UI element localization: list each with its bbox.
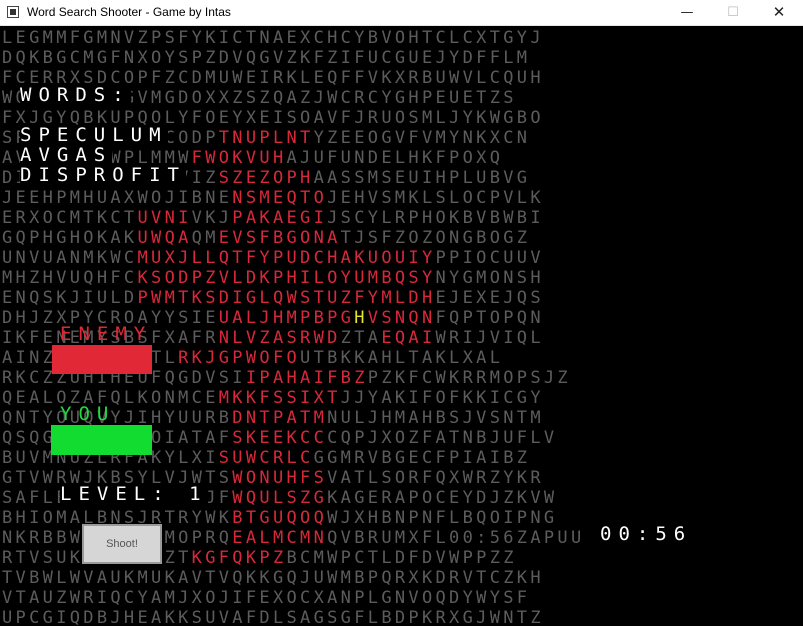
- target-word: DISPROFIT: [20, 164, 186, 186]
- maximize-button[interactable]: ☐: [710, 0, 756, 25]
- minimize-button[interactable]: —: [664, 0, 710, 25]
- grid-row[interactable]: JEEHPMHUAXWOJIBNENSMEQTOJEHVSMKLSLOCPVLK: [2, 188, 544, 208]
- words-heading: WORDS:: [20, 84, 131, 106]
- target-word: SPECULUM: [20, 124, 168, 146]
- enemy-health-bar: [52, 345, 152, 374]
- shoot-button[interactable]: Shoot!: [82, 524, 162, 564]
- grid-row[interactable]: MHZHVUQHFCKSODPZVLDKPHILOYUMBQSYNYGMONSH: [2, 268, 544, 288]
- grid-row[interactable]: VTAUZWRIQCYAMJXOJIFEXOCXANPLGNVOQDYWYSF: [2, 588, 530, 608]
- grid-row[interactable]: UNVUANMKWCMUXJLLQTFYPUDCHAKUOUIYPPIOCUUV: [2, 248, 544, 268]
- grid-row[interactable]: DQKBGCMGFNXOYSPZDVQGVZKFZIFUCGUEJYDFFLM: [2, 48, 530, 68]
- window-title: Word Search Shooter - Game by Intas: [27, 5, 231, 19]
- grid-row[interactable]: ERXOCMTKCTUVNIVKJPAKAEGIJSCYLRPHOKBVBWBI: [2, 208, 544, 228]
- enemy-label: ENEMY: [60, 323, 153, 345]
- game-window: Word Search Shooter - Game by Intas — ☐ …: [0, 0, 803, 626]
- grid-row[interactable]: ENQSKJIULDPWMTKSDIGLQWSTUZFYMLDHEJEXEJQS: [2, 288, 544, 308]
- title-bar[interactable]: Word Search Shooter - Game by Intas — ☐ …: [0, 0, 803, 26]
- target-word: AVGAS: [20, 144, 113, 166]
- level-indicator: LEVEL: 1: [60, 483, 208, 505]
- player-health-bar: [51, 425, 152, 455]
- grid-row[interactable]: UPCGIQDBJHEAKKSUVAFDLSAGSGFLBDPKRXGJWNTZ: [2, 608, 544, 626]
- countdown-timer: 00:56: [600, 523, 693, 545]
- grid-row[interactable]: LEGMMFGMNVZPSFYKICTNAEXCHCYBVOHTCLCXTGYJ: [2, 28, 544, 48]
- grid-row[interactable]: RTVSUKKDCVCPZTKGFQKPZBCMWPCTLDFDVWPPZZ: [2, 548, 517, 568]
- close-button[interactable]: ✕: [756, 0, 802, 25]
- player-label: YOU: [60, 403, 116, 425]
- app-icon: [7, 6, 19, 18]
- grid-row[interactable]: TVBWLWVAUKMUKAVTVQKKGQJUWMBPQRXKDRVTCZKH: [2, 568, 544, 588]
- grid-row[interactable]: GQPHGHOKAKUWQAQMEVSFBGONATJSFZOZONGBOGZ: [2, 228, 530, 248]
- letter-board[interactable]: LEGMMFGMNVZPSFYKICTNAEXCHCYBVOHTCLCXTGYJ…: [0, 26, 803, 626]
